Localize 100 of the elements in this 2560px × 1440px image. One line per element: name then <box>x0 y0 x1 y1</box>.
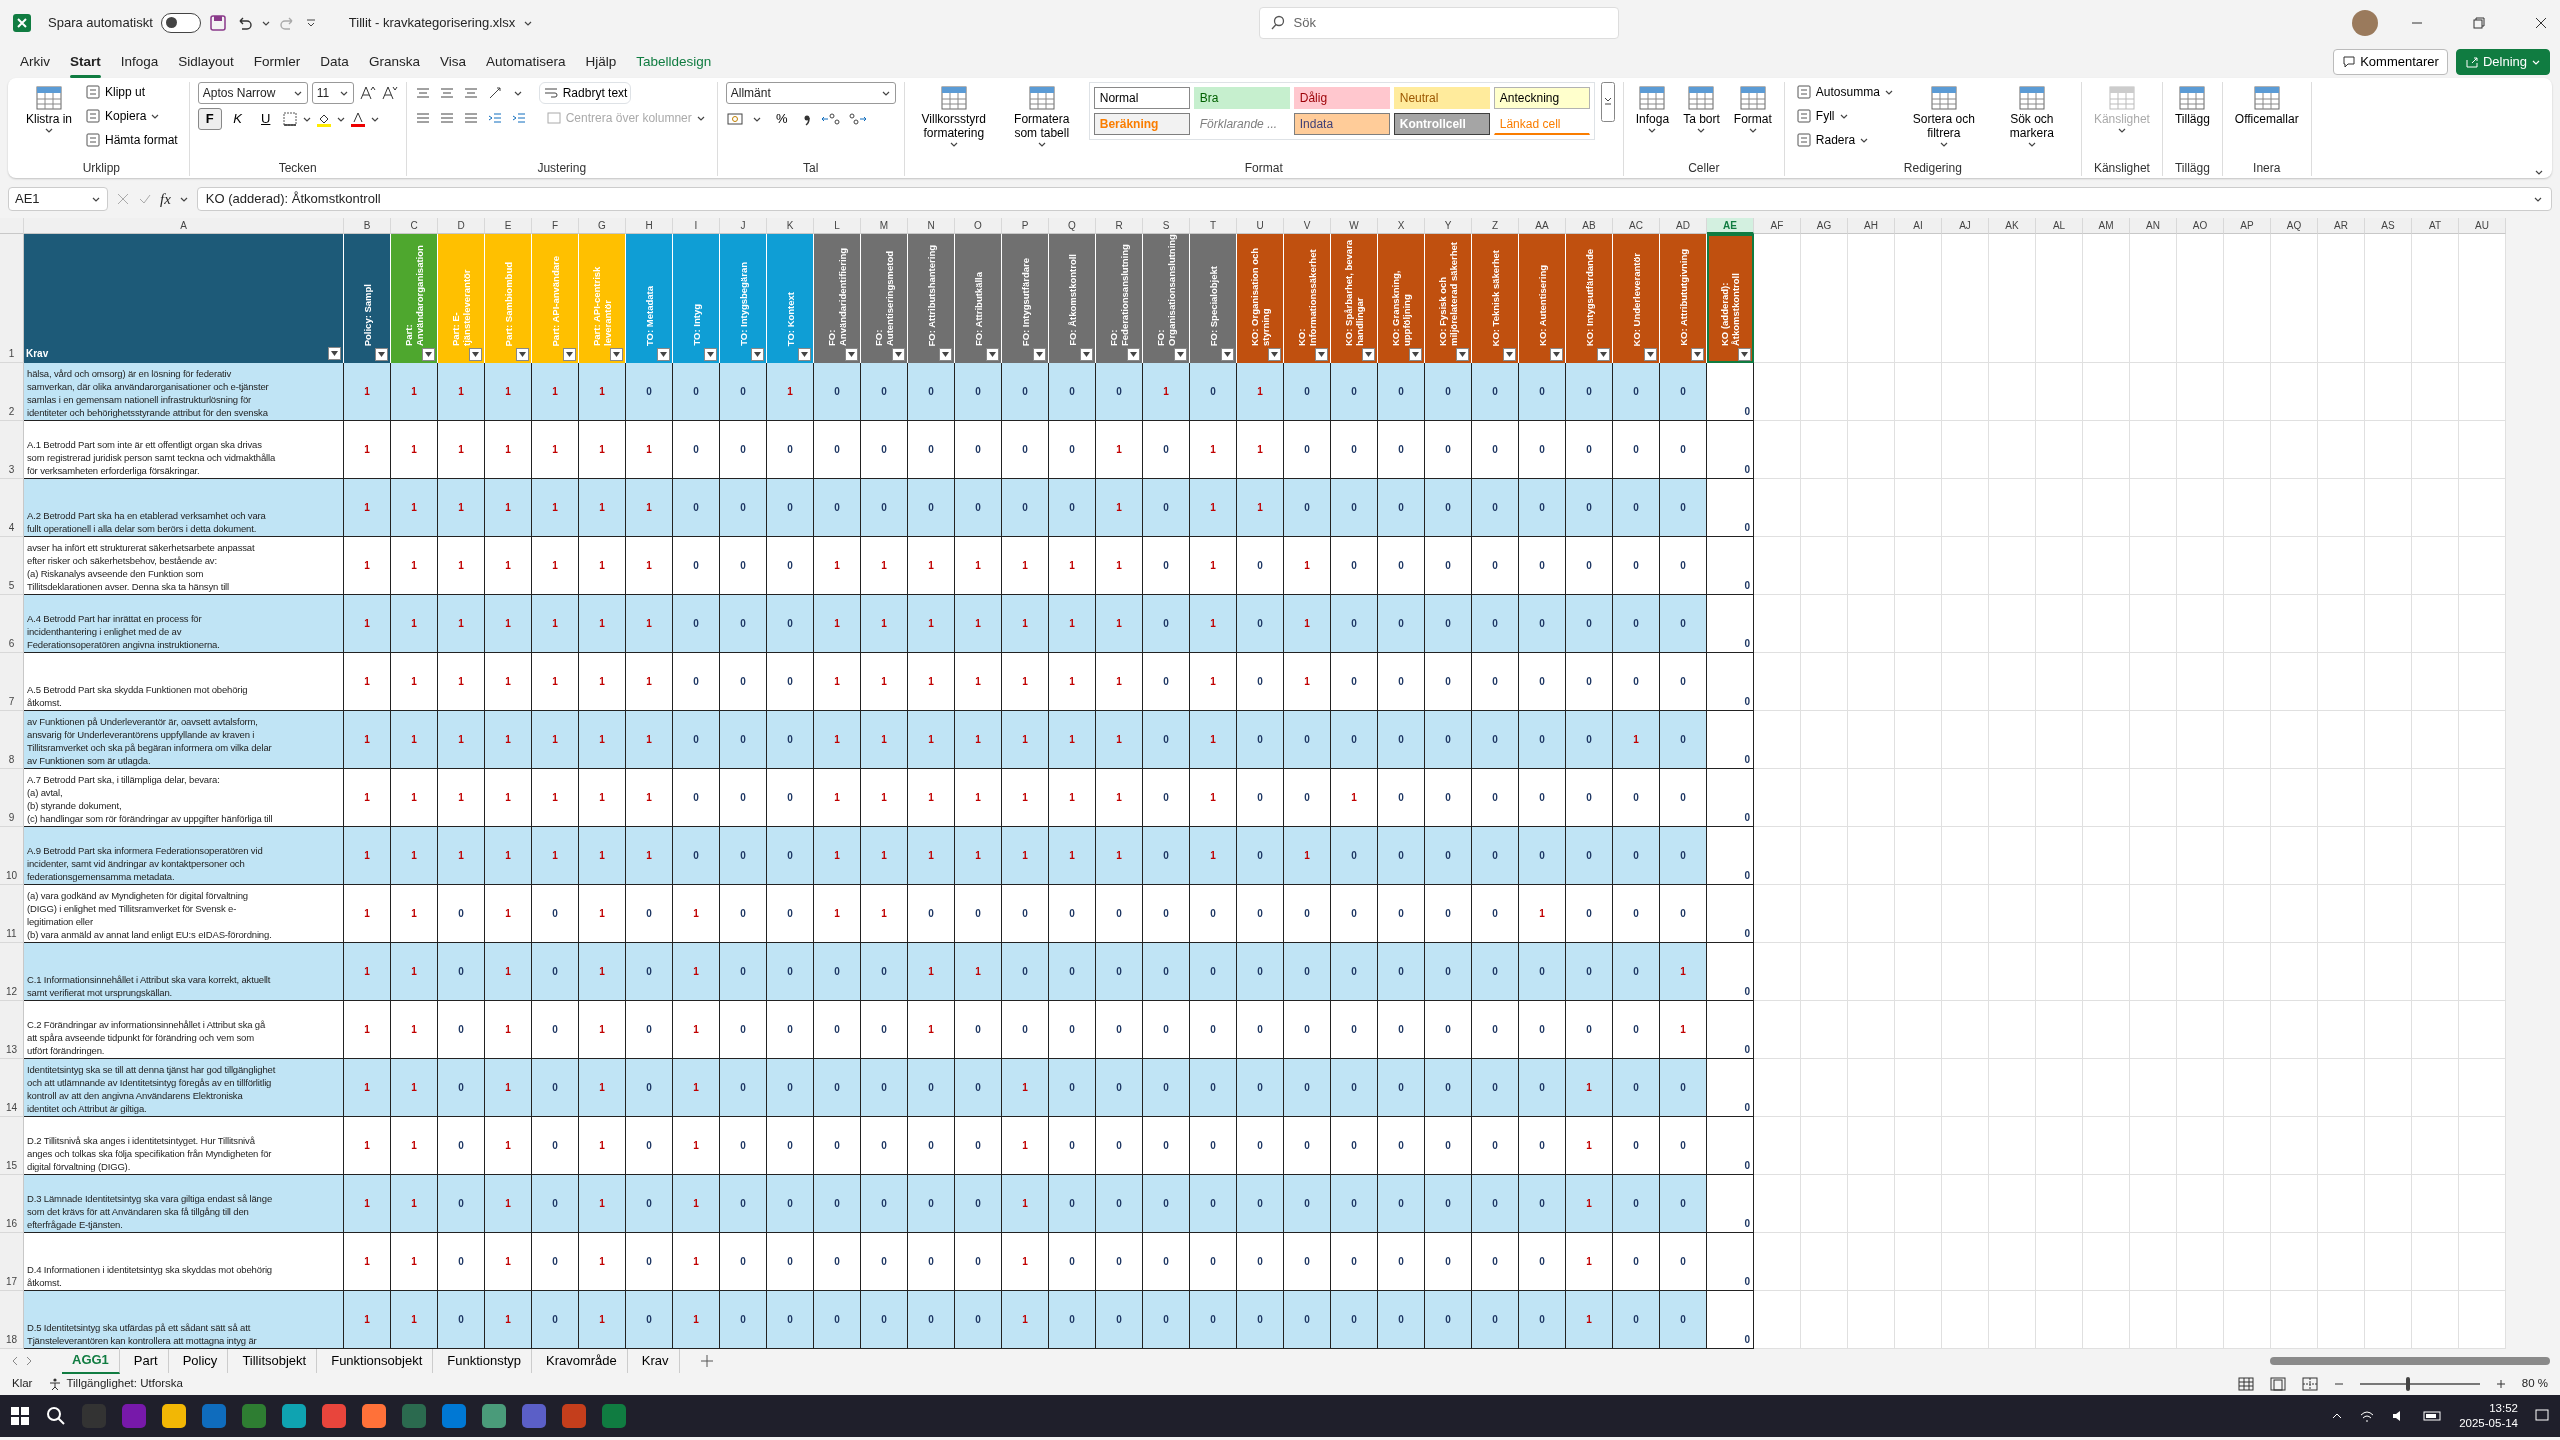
cell-style-option[interactable]: Anteckning <box>1493 87 1590 109</box>
column-header[interactable]: AG <box>1801 218 1848 234</box>
app-icon[interactable] <box>162 1404 186 1428</box>
column-header[interactable]: AT <box>2412 218 2459 234</box>
column-header[interactable]: S <box>1143 218 1190 234</box>
filter-dropdown-button[interactable] <box>1409 348 1422 361</box>
ribbon-button[interactable]: Tillägg <box>2170 82 2214 128</box>
avatar[interactable] <box>2352 10 2378 36</box>
cell-style-option[interactable]: Neutral <box>1393 87 1490 109</box>
column-header[interactable]: AJ <box>1942 218 1989 234</box>
ribbon-button[interactable]: Format <box>1729 82 1776 136</box>
filter-dropdown-button[interactable] <box>1691 348 1704 361</box>
decrease-decimal-icon[interactable] <box>847 111 868 127</box>
align-icon[interactable] <box>438 110 455 126</box>
filter-dropdown-button[interactable] <box>1738 348 1751 361</box>
filter-dropdown-button[interactable] <box>422 348 435 361</box>
check-icon[interactable] <box>138 192 152 206</box>
header-cell[interactable]: FO: Åtkomstkontroll <box>1049 234 1096 363</box>
column-header[interactable]: Y <box>1425 218 1472 234</box>
column-header[interactable]: V <box>1284 218 1331 234</box>
ribbon-button[interactable]: Radera <box>1792 130 1897 150</box>
header-cell[interactable]: KO: Granskning, uppföljning <box>1378 234 1425 363</box>
name-box[interactable]: AE1 <box>8 187 108 211</box>
filter-dropdown-button[interactable] <box>1315 348 1328 361</box>
font-color-icon[interactable] <box>349 111 366 127</box>
app-icon[interactable] <box>442 1404 466 1428</box>
header-cell[interactable]: FO: Organisationsanslutning <box>1143 234 1190 363</box>
filter-dropdown-button[interactable] <box>1503 348 1516 361</box>
column-header[interactable]: O <box>955 218 1002 234</box>
column-header[interactable]: X <box>1378 218 1425 234</box>
search-field[interactable]: Sök <box>1258 7 1619 39</box>
header-cell[interactable]: KO: Autentisering <box>1519 234 1566 363</box>
menu-tab[interactable]: Infoga <box>110 47 169 77</box>
insert-function-button[interactable]: fx <box>160 187 171 211</box>
column-header[interactable]: Z <box>1472 218 1519 234</box>
column-header[interactable]: N <box>908 218 955 234</box>
column-header[interactable]: I <box>673 218 720 234</box>
row-number[interactable]: 11 <box>0 885 24 943</box>
ribbon-button[interactable]: Klipp ut <box>82 82 181 102</box>
menu-tab[interactable]: Start <box>60 47 111 77</box>
clock-date[interactable]: 2025-05-14 <box>2459 1416 2518 1431</box>
filter-dropdown-button[interactable] <box>986 348 999 361</box>
cell-style-option[interactable]: Bra <box>1193 87 1290 109</box>
header-cell[interactable]: KO: Fysisk och miljörelaterad säkerhet <box>1425 234 1472 363</box>
header-cell[interactable]: FO: Specialobjekt <box>1190 234 1237 363</box>
cell-style-option[interactable]: Dålig <box>1293 87 1390 109</box>
menu-tab[interactable]: Hjälp <box>575 47 627 77</box>
notification-icon[interactable] <box>2534 1408 2550 1424</box>
font-size-field[interactable]: 11 <box>311 82 354 104</box>
cell-style-option[interactable]: Indata <box>1293 113 1390 135</box>
ribbon-button[interactable]: Klistra in <box>22 82 76 136</box>
header-cell[interactable]: FO: Användaridentifiering <box>814 234 861 363</box>
column-header[interactable]: AA <box>1519 218 1566 234</box>
wrap-text-button[interactable]: Radbryt text <box>538 82 632 104</box>
menu-tab[interactable]: Formler <box>243 47 311 77</box>
header-cell[interactable]: FO: Intygsutfärdare <box>1002 234 1049 363</box>
ribbon-button[interactable]: Autosumma <box>1792 82 1897 102</box>
header-cell[interactable]: FO: Autentiseringsmetod <box>861 234 908 363</box>
accessibility-status[interactable]: Tillgänglighet: Utforska <box>66 1375 183 1393</box>
customize-icon[interactable] <box>304 17 317 29</box>
sheet-tab[interactable]: Funktionstyp <box>437 1349 532 1373</box>
column-header[interactable]: R <box>1096 218 1143 234</box>
column-header[interactable]: L <box>814 218 861 234</box>
column-header[interactable]: AI <box>1895 218 1942 234</box>
column-header[interactable]: AN <box>2130 218 2177 234</box>
filter-dropdown-button[interactable] <box>657 348 670 361</box>
ribbon-button[interactable]: Officemallar <box>2230 82 2303 128</box>
share-button[interactable]: Delning <box>2455 49 2550 75</box>
column-header[interactable]: F <box>532 218 579 234</box>
horizontal-scrollbar[interactable] <box>2270 1357 2550 1365</box>
header-cell[interactable]: FO: Federationsanslutning <box>1096 234 1143 363</box>
grow-font-icon[interactable] <box>357 84 376 102</box>
shrink-font-icon[interactable] <box>379 84 398 102</box>
sheet-tab[interactable]: Part <box>123 1349 169 1373</box>
header-cell[interactable]: Policy: Sampl <box>344 234 391 363</box>
header-cell[interactable]: FO: Attributshantering <box>908 234 955 363</box>
filter-dropdown-button[interactable] <box>798 348 811 361</box>
row-number[interactable]: 9 <box>0 769 24 827</box>
ribbon-button[interactable]: Infoga <box>1631 82 1674 136</box>
menu-tab[interactable]: Automatisera <box>475 47 576 77</box>
cell-style-option[interactable]: Normal <box>1093 87 1190 109</box>
filter-dropdown-button[interactable] <box>1456 348 1469 361</box>
zoom-in-icon[interactable] <box>2495 1379 2506 1389</box>
menu-tab[interactable]: Visa <box>429 47 476 77</box>
zoom-level[interactable]: 80 % <box>2521 1375 2548 1393</box>
ribbon-button[interactable]: Ta bort <box>1679 82 1724 136</box>
formula-field[interactable]: KO (adderad): Åtkomstkontroll <box>196 187 2552 211</box>
column-header[interactable]: U <box>1237 218 1284 234</box>
column-header[interactable]: AP <box>2224 218 2271 234</box>
column-header[interactable]: AB <box>1566 218 1613 234</box>
app-icon[interactable] <box>282 1404 306 1428</box>
page-break-icon[interactable] <box>2301 1377 2318 1391</box>
column-header[interactable]: AD <box>1660 218 1707 234</box>
column-header[interactable]: AQ <box>2271 218 2318 234</box>
column-header[interactable]: E <box>485 218 532 234</box>
tray-chevron-icon[interactable] <box>2331 1411 2344 1421</box>
row-number[interactable]: 3 <box>0 421 24 479</box>
row-number[interactable]: 5 <box>0 537 24 595</box>
gallery-more-icon[interactable] <box>1600 82 1615 122</box>
row-number[interactable]: 14 <box>0 1059 24 1117</box>
